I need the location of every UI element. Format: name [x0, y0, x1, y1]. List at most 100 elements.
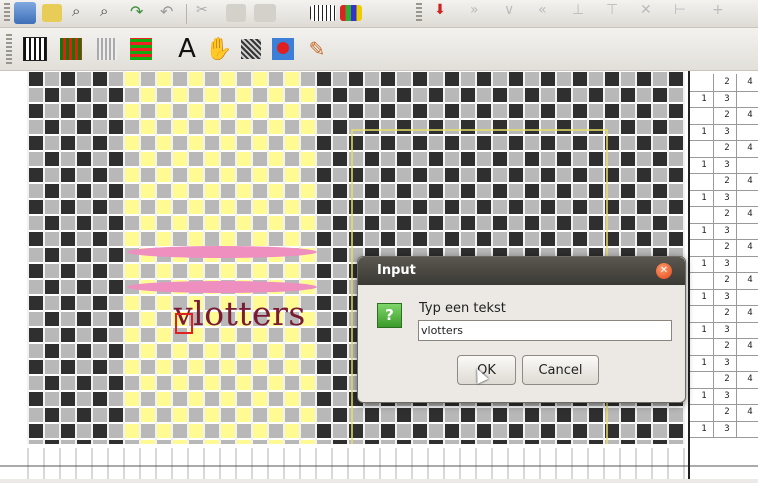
- threading-row: 24: [690, 404, 758, 422]
- ok-button[interactable]: OK: [457, 355, 516, 385]
- threading-divider: [713, 107, 714, 124]
- threading-cell: 2: [724, 407, 730, 417]
- cross-icon-4[interactable]: ⊥: [572, 2, 594, 24]
- threading-divider: [713, 140, 714, 157]
- input-dialog: Input ✕ ? Typ een tekst vlotters OK Canc…: [357, 256, 686, 403]
- tools-grip[interactable]: [6, 34, 12, 64]
- threading-row: 24: [690, 173, 758, 191]
- copy-icon[interactable]: [226, 4, 246, 22]
- threading-divider: [736, 189, 737, 206]
- threading-cell: 2: [724, 374, 730, 384]
- color-palette-icon[interactable]: [340, 5, 362, 21]
- threading-divider: [713, 239, 714, 256]
- cross-icon-8[interactable]: +: [712, 2, 734, 24]
- grid-tool-icon[interactable]: [20, 34, 50, 64]
- threading-cell: 4: [747, 374, 753, 384]
- toolbar-grip[interactable]: [4, 3, 10, 23]
- canvas-text-overlay: vlotters: [174, 294, 306, 333]
- tools-toolbar: A ✋ ✎: [0, 28, 758, 71]
- text-input[interactable]: vlotters: [418, 320, 672, 341]
- dialog-title: Input: [377, 263, 416, 278]
- threading-divider: [713, 420, 714, 437]
- threading-cell: 1: [701, 192, 707, 203]
- cross-icon-6[interactable]: ✕: [640, 2, 662, 24]
- cross-icon-3[interactable]: «: [538, 2, 560, 24]
- threading-divider: [713, 173, 714, 190]
- threading-cell: 4: [747, 77, 753, 87]
- zoom-in-icon[interactable]: ⌕: [72, 2, 94, 24]
- threading-divider: [736, 305, 737, 322]
- threading-cell: 1: [701, 423, 707, 434]
- open-folder-icon[interactable]: [42, 4, 62, 22]
- colored-grid-tool-icon[interactable]: [56, 34, 86, 64]
- cut-icon[interactable]: ✂: [196, 2, 218, 24]
- toolbar-grip-2[interactable]: [416, 3, 422, 23]
- threading-divider: [713, 272, 714, 289]
- threading-cell: 2: [724, 143, 730, 153]
- threading-row: 13: [690, 420, 758, 438]
- threading-row: 13: [690, 189, 758, 207]
- threading-cell: 1: [701, 225, 707, 236]
- zoom-out-icon[interactable]: ⌕: [100, 2, 122, 24]
- threading-cell: 2: [724, 77, 730, 87]
- pencil-tool-icon[interactable]: ✎: [302, 34, 332, 64]
- color-fill-tool-icon[interactable]: [268, 34, 298, 64]
- threading-cell: 3: [724, 258, 730, 269]
- threading-row: 13: [690, 222, 758, 240]
- cross-icon-1[interactable]: »: [470, 2, 492, 24]
- threading-cell: 3: [724, 192, 730, 203]
- threading-divider: [736, 371, 737, 388]
- fill-grid-tool-icon[interactable]: [126, 34, 156, 64]
- bottom-ruler: [0, 444, 758, 479]
- threading-divider: [736, 387, 737, 404]
- question-icon: ?: [377, 303, 402, 328]
- new-file-icon[interactable]: [14, 2, 36, 24]
- cross-icon-5[interactable]: ⊤: [606, 2, 628, 24]
- threading-row: 13: [690, 156, 758, 174]
- threading-cell: 4: [747, 308, 753, 318]
- close-icon[interactable]: ✕: [656, 263, 672, 279]
- redo-icon[interactable]: ↷: [130, 2, 152, 24]
- hand-tool-icon[interactable]: ✋: [204, 34, 234, 64]
- threading-divider: [713, 338, 714, 355]
- threading-cell: 3: [724, 324, 730, 335]
- threading-divider: [736, 107, 737, 124]
- paste-icon[interactable]: [254, 4, 276, 22]
- threading-divider: [736, 272, 737, 289]
- threading-divider: [713, 189, 714, 206]
- threading-divider: [736, 354, 737, 371]
- threading-cell: 2: [724, 275, 730, 285]
- cancel-label: Cancel: [538, 362, 583, 378]
- threading-cell: 4: [747, 143, 753, 153]
- threading-cell: 1: [701, 324, 707, 335]
- threading-cell: 4: [747, 209, 753, 219]
- dialog-titlebar[interactable]: Input ✕: [358, 257, 685, 285]
- insert-down-icon[interactable]: ⬇: [428, 2, 452, 24]
- text-tool-icon[interactable]: A: [172, 34, 202, 64]
- undo-icon[interactable]: ↶: [160, 2, 182, 24]
- threading-row: 13: [690, 354, 758, 372]
- cross-icon-7[interactable]: ⊢: [674, 2, 696, 24]
- threading-cell: 3: [724, 159, 730, 170]
- grid-view-icon[interactable]: [310, 5, 336, 21]
- cross-icon-2[interactable]: ∨: [504, 2, 526, 24]
- threading-row: 24: [690, 338, 758, 356]
- threading-divider: [713, 123, 714, 140]
- threading-row: 24: [690, 305, 758, 323]
- cancel-button[interactable]: Cancel: [522, 355, 599, 385]
- threading-divider: [736, 156, 737, 173]
- threading-row: 13: [690, 321, 758, 339]
- texture-tool-icon[interactable]: [236, 34, 266, 64]
- threading-divider: [713, 387, 714, 404]
- threading-cell: 3: [724, 126, 730, 137]
- threading-cell: 4: [747, 275, 753, 285]
- threading-divider: [736, 206, 737, 223]
- threading-cell: 1: [701, 390, 707, 401]
- threading-row: 24: [690, 239, 758, 257]
- threading-cell: 2: [724, 176, 730, 186]
- threading-divider: [713, 222, 714, 239]
- threading-divider: [713, 206, 714, 223]
- threading-cell: 1: [701, 126, 707, 137]
- pattern-tool-icon[interactable]: [92, 34, 122, 64]
- threading-cell: 1: [701, 159, 707, 170]
